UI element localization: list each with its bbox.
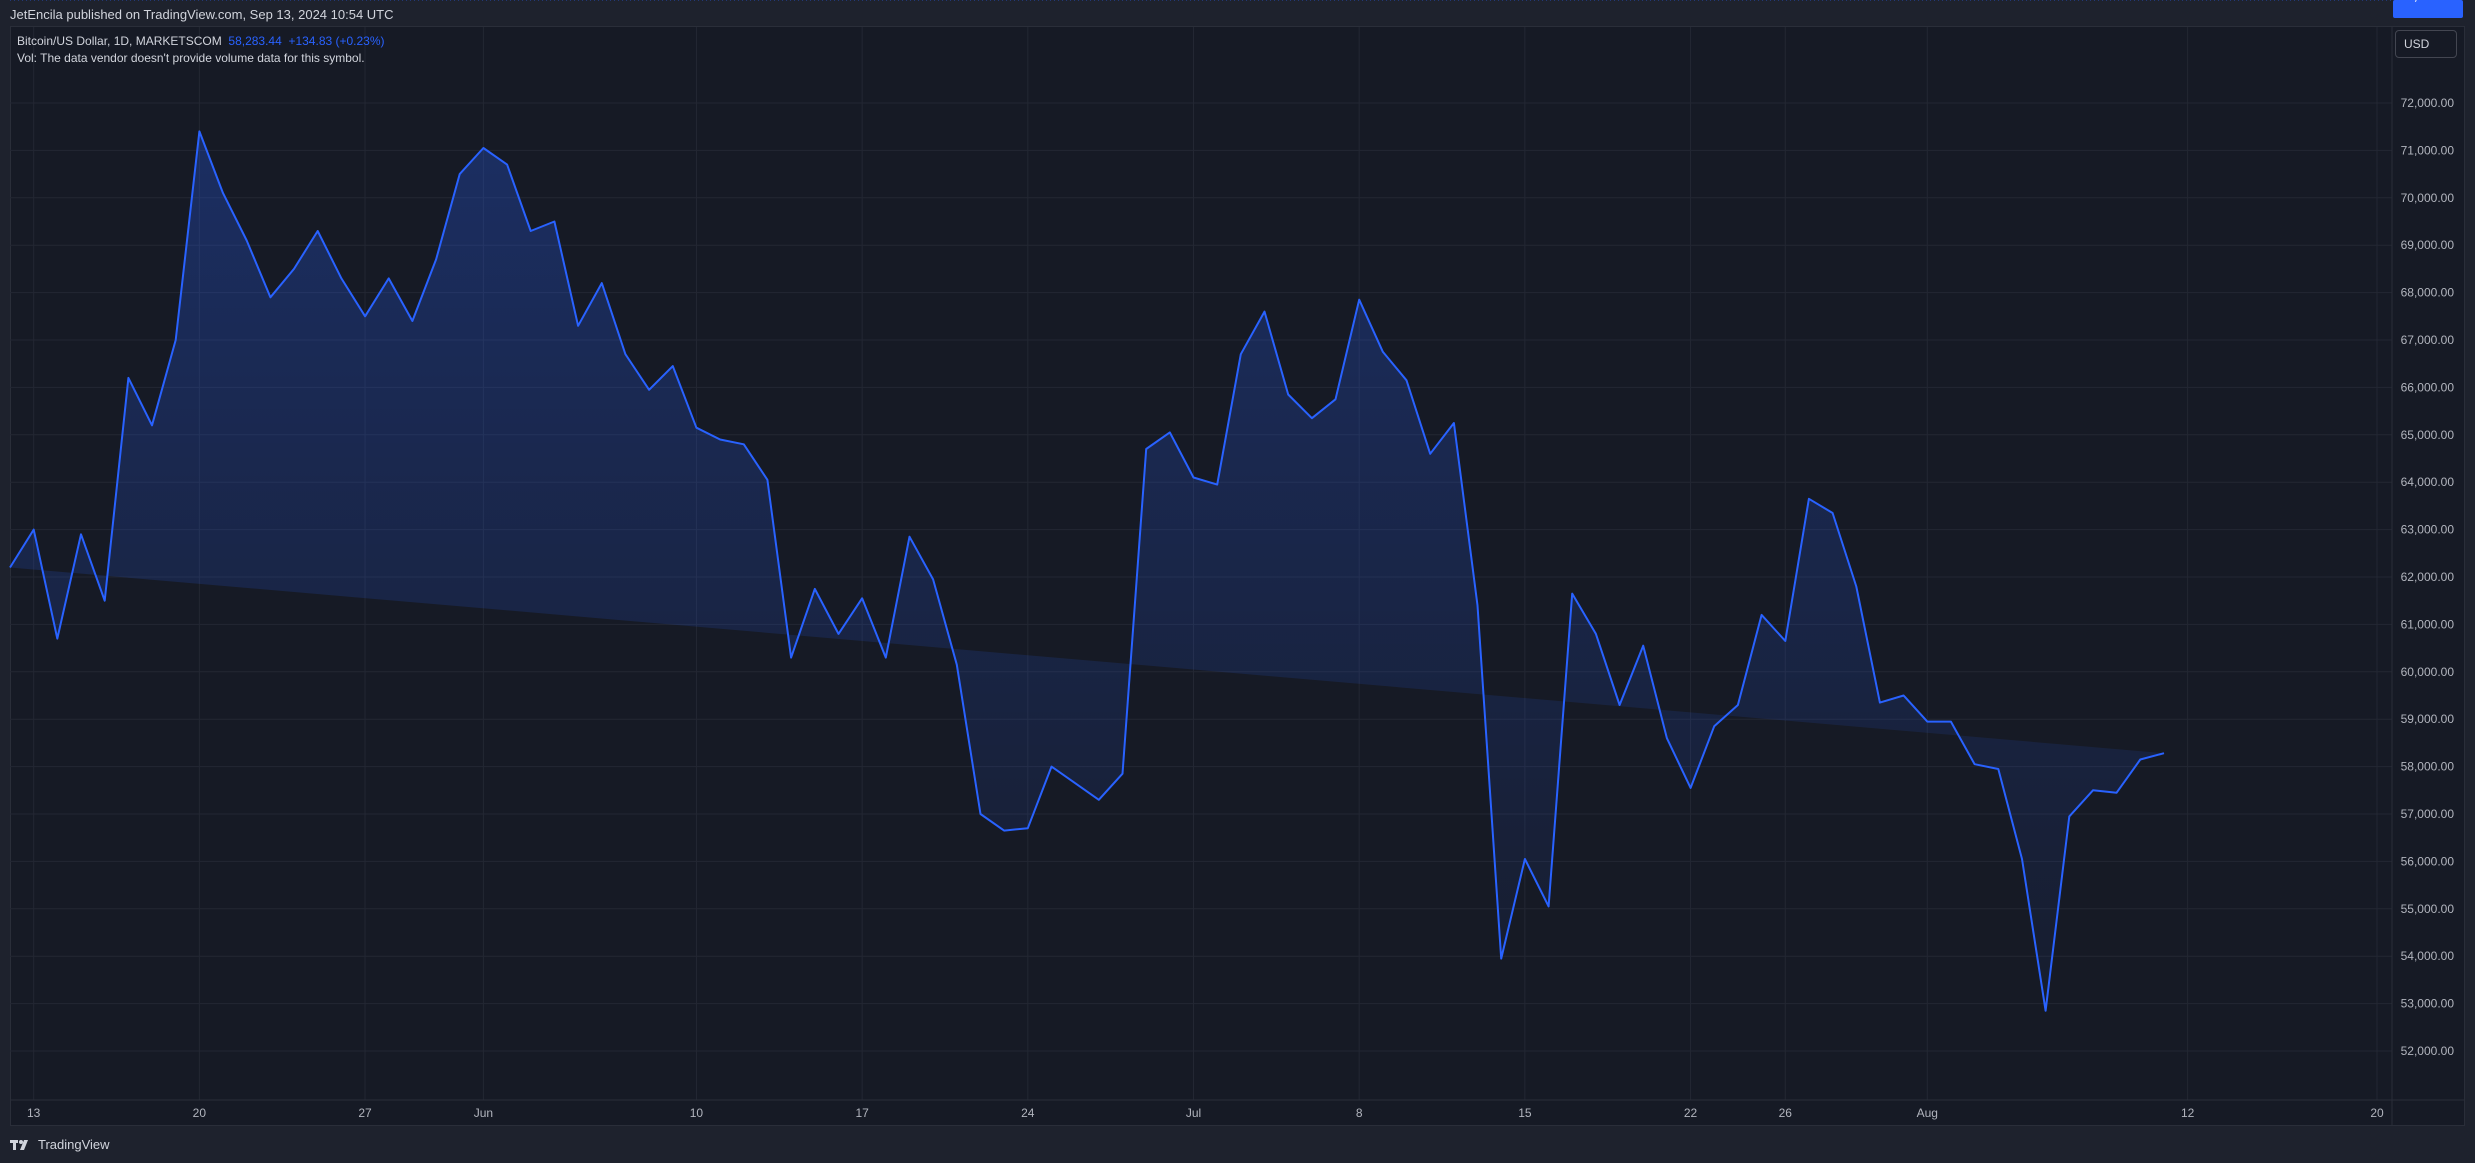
last-price-label: 58,283.44 <box>2401 0 2455 3</box>
y-tick-label: 65,000.00 <box>2401 428 2455 442</box>
y-tick-label: 71,000.00 <box>2401 143 2455 157</box>
y-tick-label: 70,000.00 <box>2401 191 2455 205</box>
x-tick-label: 17 <box>855 1106 869 1120</box>
y-tick-label: 67,000.00 <box>2401 333 2455 347</box>
price-chart[interactable]: 52,000.00 53,000.00 54,000.00 55,000.00 56,0… <box>0 0 2475 1163</box>
legend-price: 58,283.44 <box>228 34 282 48</box>
y-tick-label: 62,000.00 <box>2401 570 2455 584</box>
y-tick-label: 72,000.00 <box>2401 96 2455 110</box>
y-tick-label: 61,000.00 <box>2401 617 2455 631</box>
x-tick-label: 13 <box>27 1106 41 1120</box>
footer-bar: TradingView <box>0 1126 2475 1163</box>
chart-legend: Bitcoin/US Dollar, 1D, MARKETSCOM 58,283… <box>17 33 385 67</box>
x-tick-label: 20 <box>2370 1106 2384 1120</box>
x-tick-label: 8 <box>1356 1106 1363 1120</box>
y-tick-label: 58,000.00 <box>2401 760 2455 774</box>
y-tick-label: 60,000.00 <box>2401 665 2455 679</box>
x-tick-label: Jul <box>1186 1106 1201 1120</box>
y-tick-label: 52,000.00 <box>2401 1044 2455 1058</box>
x-tick-label: 15 <box>1518 1106 1532 1120</box>
x-tick-label: 24 <box>1021 1106 1035 1120</box>
y-tick-label: 53,000.00 <box>2401 997 2455 1011</box>
x-tick-label: 20 <box>193 1106 207 1120</box>
x-tick-label: 12 <box>2181 1106 2195 1120</box>
y-tick-label: 59,000.00 <box>2401 712 2455 726</box>
tradingview-logo-icon <box>10 1139 28 1150</box>
currency-button[interactable]: USD <box>2395 30 2457 58</box>
x-tick-label: Aug <box>1917 1106 1938 1120</box>
symbol-title[interactable]: Bitcoin/US Dollar, 1D, MARKETSCOM <box>17 34 222 48</box>
x-tick-label: 27 <box>358 1106 372 1120</box>
x-tick-label: 26 <box>1779 1106 1793 1120</box>
x-tick-label: 10 <box>690 1106 704 1120</box>
legend-change: +134.83 (+0.23%) <box>288 34 385 48</box>
y-tick-label: 69,000.00 <box>2401 238 2455 252</box>
y-tick-label: 63,000.00 <box>2401 523 2455 537</box>
y-tick-label: 56,000.00 <box>2401 854 2455 868</box>
x-tick-label: 22 <box>1684 1106 1698 1120</box>
y-tick-label: 68,000.00 <box>2401 286 2455 300</box>
tradingview-logo[interactable]: TradingView <box>10 1137 110 1152</box>
y-tick-label: 66,000.00 <box>2401 380 2455 394</box>
y-tick-label: 54,000.00 <box>2401 949 2455 963</box>
y-tick-label: 57,000.00 <box>2401 807 2455 821</box>
y-tick-label: 64,000.00 <box>2401 475 2455 489</box>
y-tick-label: 55,000.00 <box>2401 902 2455 916</box>
x-tick-label: Jun <box>474 1106 493 1120</box>
volume-note: Vol: The data vendor doesn't provide vol… <box>17 51 365 65</box>
brand-name: TradingView <box>38 1137 110 1152</box>
